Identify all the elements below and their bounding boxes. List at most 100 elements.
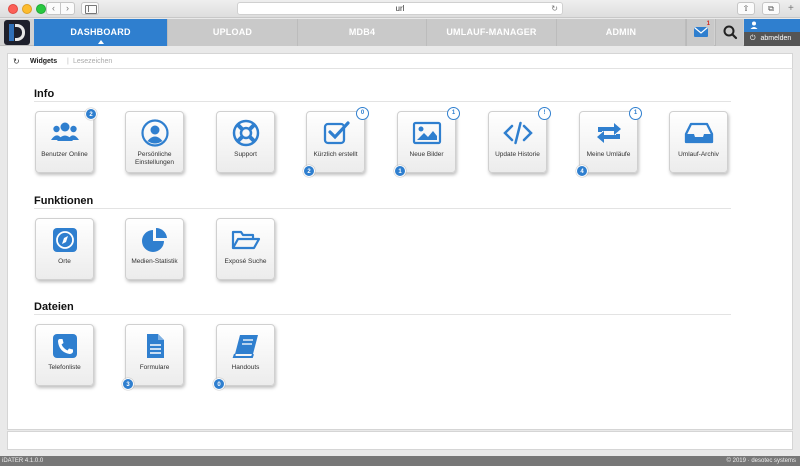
tile-benutzer-online[interactable]: Benutzer Online 2: [35, 108, 97, 173]
chevron-left-icon: ‹: [52, 3, 55, 13]
user-profile-button[interactable]: [744, 19, 800, 32]
active-caret-icon: [97, 40, 104, 44]
users-icon: [51, 122, 79, 141]
app-header: DASHBOARD UPLOAD MDB4 UMLAUF-MANAGER ADM…: [0, 19, 800, 46]
pie-chart-icon: [142, 227, 167, 252]
tab-admin[interactable]: ADMIN: [557, 19, 686, 46]
tile-label: Benutzer Online: [41, 151, 88, 158]
tile-label: Telefonliste: [48, 364, 81, 371]
tile-medien-statistik[interactable]: Medien-Statistik: [125, 218, 184, 280]
tile-update-historie[interactable]: Update Historie !: [488, 107, 551, 173]
tile-label: Exposé Suche: [224, 258, 267, 265]
tile-label: Handouts: [231, 364, 260, 371]
count-badge: 3: [122, 378, 134, 390]
tabs-icon: ⧉: [768, 4, 774, 13]
power-icon: ⏻: [750, 35, 756, 42]
tile-persoenliche-einstellungen[interactable]: Persönliche Einstellungen: [125, 111, 184, 173]
tile-label: Orte: [58, 258, 71, 265]
document-icon: [147, 334, 164, 358]
tile-label: Medien-Statistik: [131, 258, 178, 265]
url-text: url: [395, 4, 405, 13]
retweet-icon: [597, 123, 621, 143]
mail-count-badge: 1: [706, 21, 710, 27]
folder-open-icon: [231, 230, 261, 250]
logout-label: abmelden: [760, 35, 792, 42]
tile-kuerzlich-erstellt[interactable]: Kürzlich erstellt 0 2: [303, 107, 369, 177]
tile-neue-bilder[interactable]: Neue Bilder 1 1: [394, 107, 460, 177]
count-badge: 0: [356, 107, 369, 120]
forward-button[interactable]: ›: [60, 2, 75, 15]
tab-lesezeichen[interactable]: Lesezeichen: [73, 54, 112, 69]
user-menu[interactable]: ⏻ abmelden: [744, 19, 800, 46]
dashboard-panel: Info Benutzer Online 2 Persönliche Einst…: [7, 68, 793, 430]
tile-label: Update Historie: [495, 151, 540, 158]
book-icon: [232, 335, 258, 358]
count-badge: 1: [447, 107, 460, 120]
count-badge: 0: [213, 378, 225, 390]
search-icon: [723, 25, 738, 40]
tile-label: Formulare: [139, 364, 170, 371]
logout-button[interactable]: ⏻ abmelden: [744, 32, 800, 46]
tile-label: Persönliche Einstellungen: [134, 151, 175, 166]
tile-orte[interactable]: Orte: [35, 218, 94, 280]
tile-label: Neue Bilder: [409, 151, 444, 158]
tile-support[interactable]: Support: [216, 111, 275, 173]
app-logo[interactable]: [4, 20, 30, 45]
mail-button[interactable]: 1: [686, 19, 714, 46]
chevron-right-icon: ›: [66, 3, 69, 13]
new-tab-button[interactable]: +: [788, 3, 794, 14]
tile-label: Kürzlich erstellt: [313, 151, 358, 158]
toolbar-separator: |: [67, 58, 69, 65]
sidebar-toggle-button[interactable]: [81, 2, 99, 15]
section-divider: [34, 314, 731, 315]
tile-formulare[interactable]: Formulare 3: [122, 324, 184, 390]
tile-telefonliste[interactable]: Telefonliste: [35, 324, 94, 386]
compass-icon: [53, 228, 77, 252]
tile-umlauf-archiv[interactable]: Umlauf-Archiv: [669, 111, 728, 173]
maximize-window-button[interactable]: [36, 4, 46, 14]
tab-widgets[interactable]: Widgets: [30, 54, 57, 69]
tab-upload[interactable]: UPLOAD: [168, 19, 298, 46]
reload-icon[interactable]: ↻: [551, 3, 558, 14]
alert-badge: !: [538, 107, 551, 120]
refresh-icon[interactable]: ↻: [13, 54, 20, 69]
code-icon: [503, 121, 533, 145]
tile-handouts[interactable]: Handouts 0: [213, 324, 275, 390]
image-icon: [412, 121, 442, 145]
section-title-info: Info: [34, 88, 55, 100]
tab-mdb4[interactable]: MDB4: [298, 19, 427, 46]
tile-label: Meine Umläufe: [586, 151, 631, 158]
show-tabs-button[interactable]: ⧉: [762, 2, 780, 15]
section-divider: [34, 101, 731, 102]
widget-toolbar: ↻ Widgets | Lesezeichen: [7, 53, 793, 68]
section-divider: [34, 208, 731, 209]
close-window-button[interactable]: [8, 4, 18, 14]
count-badge: 1: [629, 107, 642, 120]
tile-label: Umlauf-Archiv: [678, 151, 719, 158]
section-title-funktionen: Funktionen: [34, 195, 94, 207]
tab-dashboard[interactable]: DASHBOARD: [34, 19, 168, 46]
phone-icon: [53, 334, 77, 358]
tab-label: UPLOAD: [212, 27, 253, 37]
tab-label: UMLAUF-MANAGER: [446, 27, 537, 37]
copyright-label: © 2019 · desotec systems: [726, 458, 796, 464]
tile-meine-umlaeufe[interactable]: Meine Umläufe 1 4: [576, 107, 642, 177]
version-label: iDATER 4.1.0.0: [2, 458, 44, 464]
tile-label: Support: [234, 151, 257, 158]
count-badge: 4: [576, 165, 588, 177]
tab-umlauf-manager[interactable]: UMLAUF-MANAGER: [427, 19, 557, 46]
tile-expose-suche[interactable]: Exposé Suche: [216, 218, 275, 280]
tab-label: DASHBOARD: [70, 27, 131, 37]
minimize-window-button[interactable]: [22, 4, 32, 14]
browser-toolbar: ‹ › url ↻ ⇧ ⧉ +: [0, 0, 800, 18]
count-badge: 1: [394, 165, 406, 177]
search-button[interactable]: [715, 19, 743, 46]
address-bar[interactable]: url ↻: [237, 2, 563, 15]
share-button[interactable]: ⇧: [737, 2, 755, 15]
user-icon: [750, 21, 758, 29]
back-button[interactable]: ‹: [46, 2, 61, 15]
count-badge: 2: [85, 108, 97, 120]
section-title-dateien: Dateien: [34, 301, 74, 313]
inbox-icon: [684, 122, 714, 144]
count-badge: 2: [303, 165, 315, 177]
